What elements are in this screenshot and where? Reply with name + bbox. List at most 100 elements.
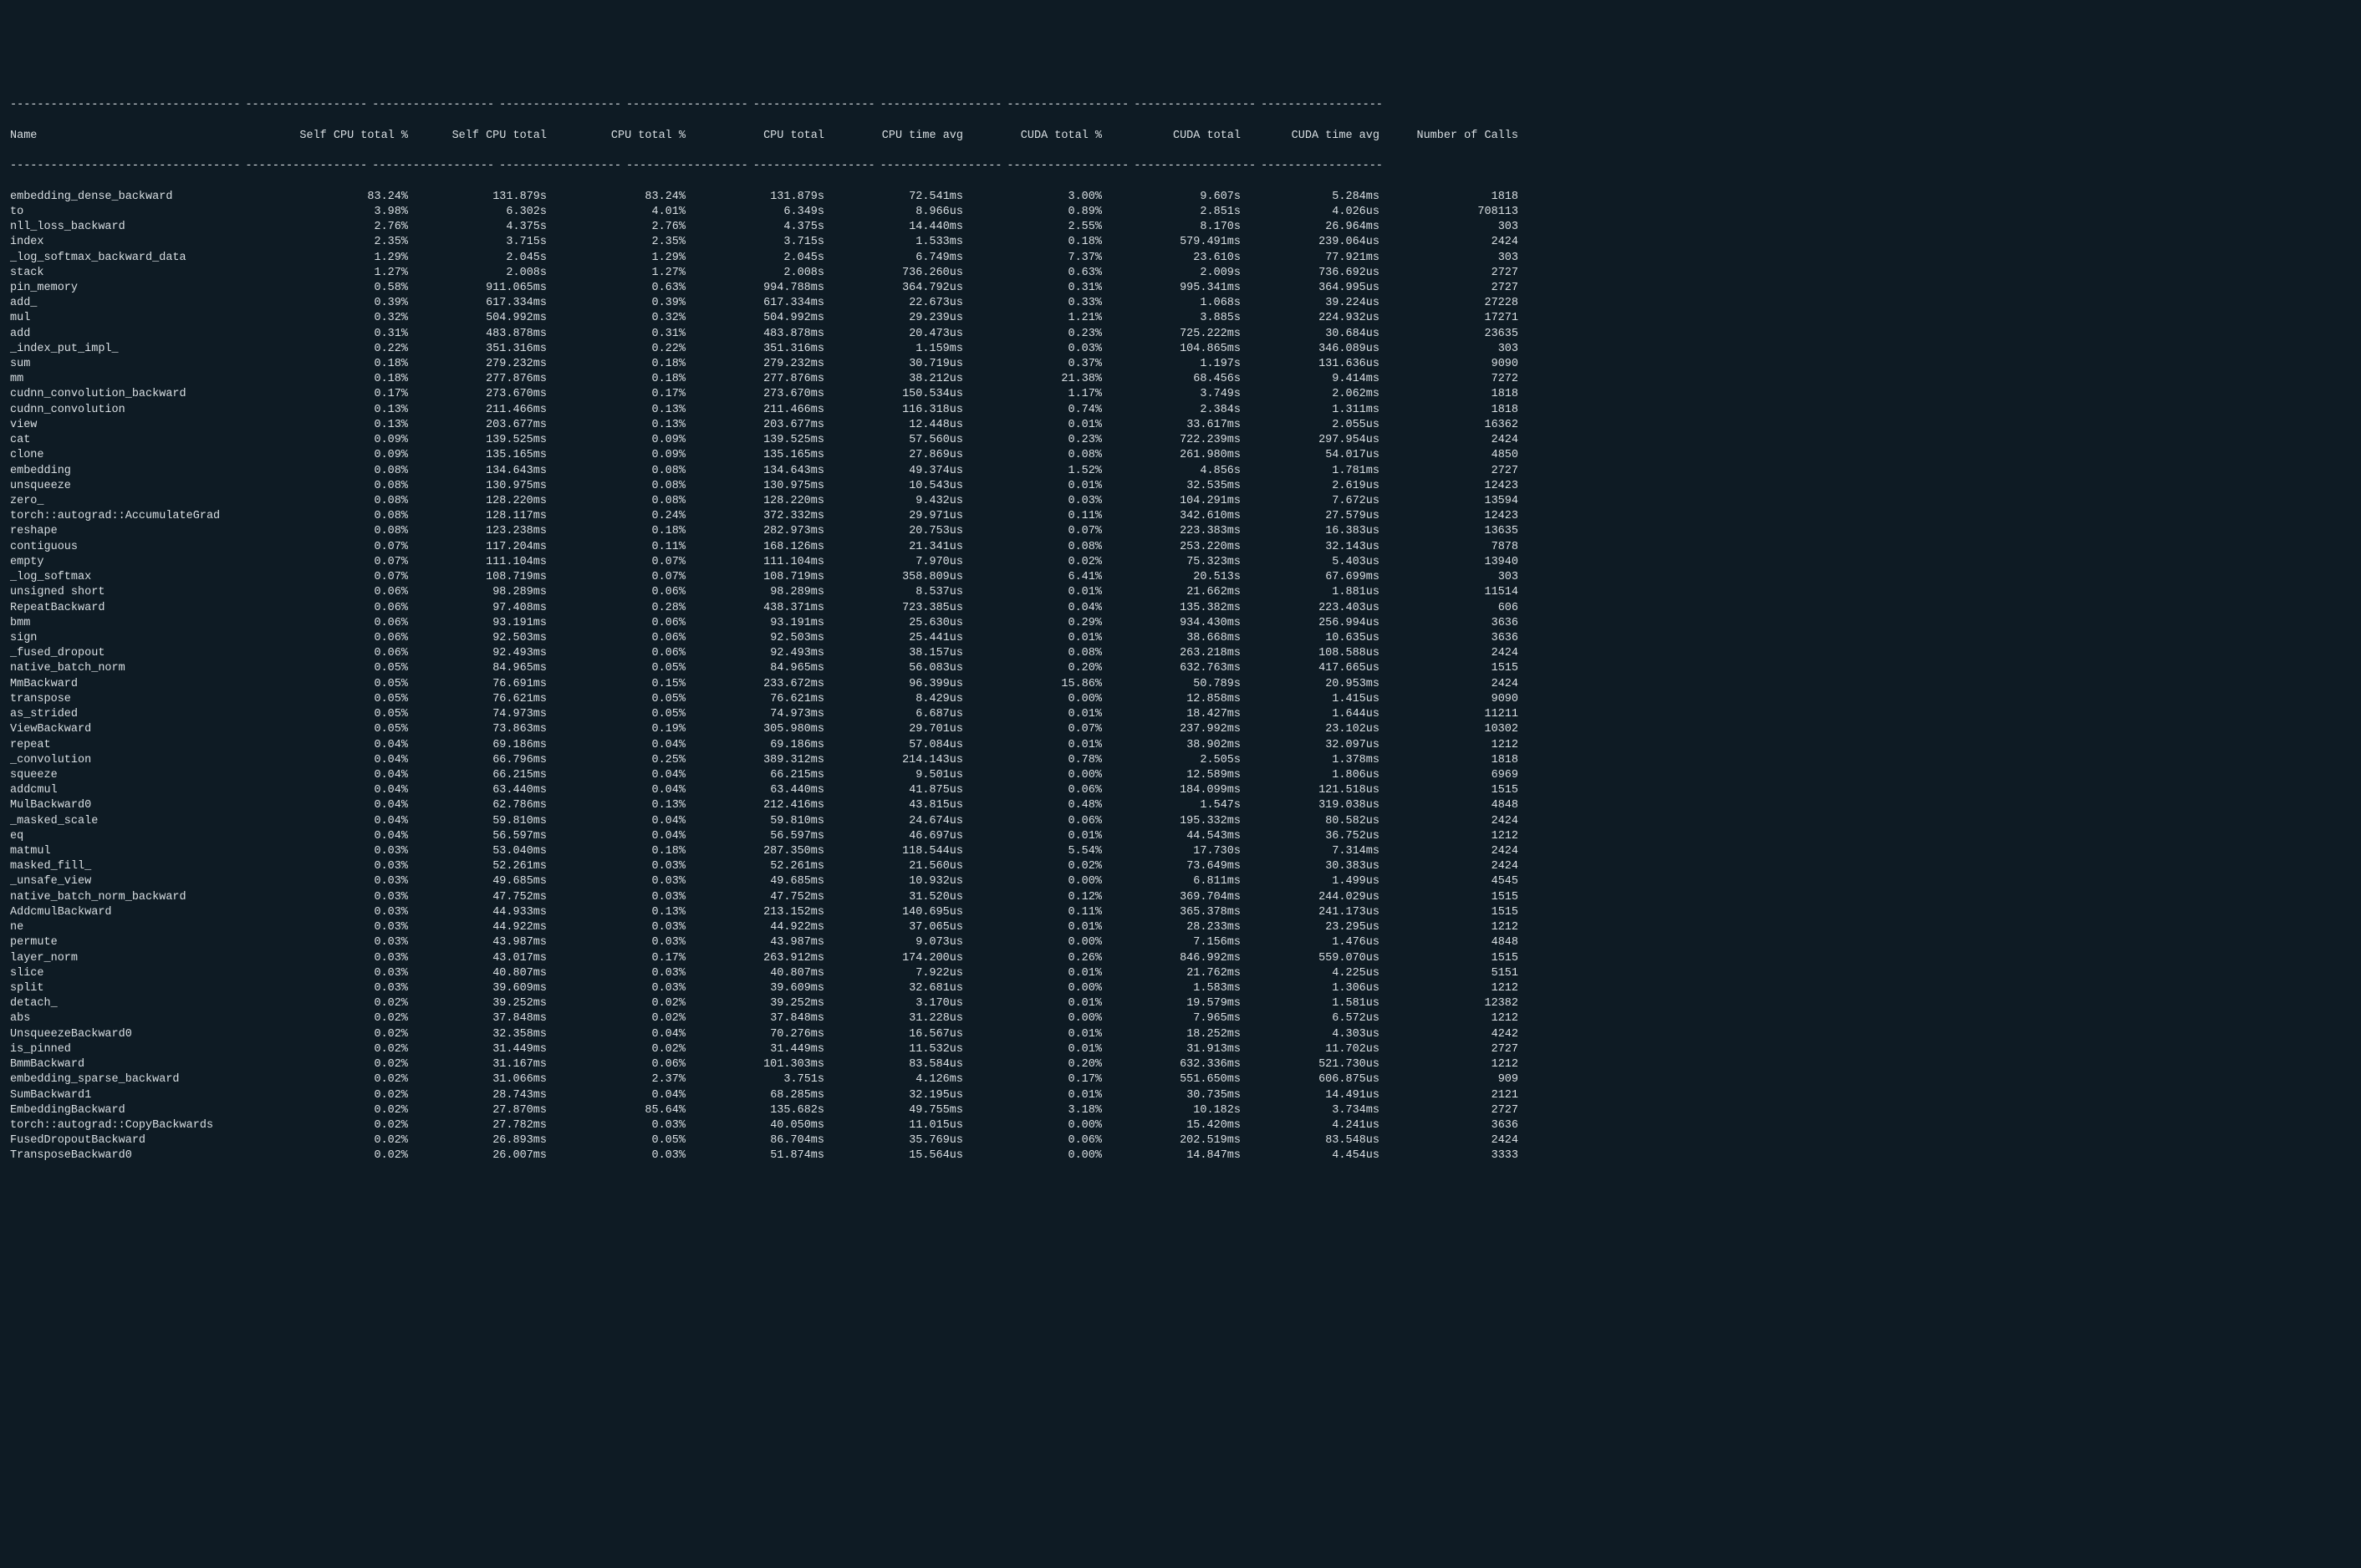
cell-cpu-avg: 1.533ms <box>829 235 968 250</box>
cell-cuda-total: 14.847ms <box>1107 1148 1246 1163</box>
cell-self-cpu: 56.597ms <box>413 829 552 844</box>
cell-cpu-total: 44.922ms <box>691 920 829 935</box>
cell-self-cpu: 92.493ms <box>413 646 552 661</box>
cell-self-cpu-pct: 0.02% <box>274 1027 413 1042</box>
cell-cpu-total: 76.621ms <box>691 692 829 707</box>
cell-cpu-avg: 31.520us <box>829 890 968 905</box>
cell-cpu-total: 70.276ms <box>691 1027 829 1042</box>
cell-cpu-total: 168.126ms <box>691 540 829 555</box>
cell-cuda-avg: 131.636us <box>1246 357 1384 372</box>
table-row: bmm0.06%93.191ms0.06%93.191ms25.630us0.2… <box>10 616 2351 631</box>
cell-cuda-pct: 0.00% <box>968 935 1107 950</box>
cell-name: index <box>10 235 274 250</box>
cell-self-cpu: 31.167ms <box>413 1057 552 1072</box>
cell-cpu-pct: 0.18% <box>552 372 691 387</box>
cell-name: cat <box>10 433 274 448</box>
cell-cpu-pct: 4.01% <box>552 205 691 220</box>
table-row: _unsafe_view0.03%49.685ms0.03%49.685ms10… <box>10 874 2351 889</box>
cell-self-cpu: 43.987ms <box>413 935 552 950</box>
cell-cpu-avg: 46.697us <box>829 829 968 844</box>
cell-cuda-avg: 39.224us <box>1246 296 1384 311</box>
cell-cuda-avg: 241.173us <box>1246 905 1384 920</box>
cell-cuda-pct: 0.08% <box>968 540 1107 555</box>
cell-self-cpu-pct: 0.13% <box>274 418 413 433</box>
cell-calls: 303 <box>1384 342 1523 357</box>
header-calls: Number of Calls <box>1384 129 1523 144</box>
cell-cuda-avg: 30.684us <box>1246 327 1384 342</box>
cell-cuda-pct: 3.18% <box>968 1103 1107 1118</box>
cell-cpu-avg: 4.126ms <box>829 1072 968 1087</box>
cell-cuda-avg: 1.781ms <box>1246 464 1384 479</box>
cell-self-cpu-pct: 0.08% <box>274 494 413 509</box>
cell-cpu-avg: 116.318us <box>829 403 968 418</box>
cell-name: add_ <box>10 296 274 311</box>
cell-cuda-total: 934.430ms <box>1107 616 1246 631</box>
cell-cuda-total: 15.420ms <box>1107 1118 1246 1133</box>
cell-cpu-avg: 25.630us <box>829 616 968 631</box>
cell-cpu-avg: 49.374us <box>829 464 968 479</box>
cell-cuda-total: 18.427ms <box>1107 707 1246 722</box>
cell-cuda-avg: 3.734ms <box>1246 1103 1384 1118</box>
table-row: abs0.02%37.848ms0.02%37.848ms31.228us0.0… <box>10 1011 2351 1026</box>
table-row: clone0.09%135.165ms0.09%135.165ms27.869u… <box>10 448 2351 463</box>
cell-cpu-total: 263.912ms <box>691 951 829 966</box>
cell-cuda-avg: 1.378ms <box>1246 753 1384 768</box>
cell-calls: 12382 <box>1384 996 1523 1011</box>
cell-cuda-avg: 223.403us <box>1246 601 1384 616</box>
cell-cpu-total: 101.303ms <box>691 1057 829 1072</box>
cell-name: contiguous <box>10 540 274 555</box>
cell-cuda-total: 21.762ms <box>1107 966 1246 981</box>
cell-cuda-pct: 7.37% <box>968 251 1107 266</box>
cell-name: zero_ <box>10 494 274 509</box>
cell-cuda-avg: 10.635us <box>1246 631 1384 646</box>
cell-cpu-avg: 7.922us <box>829 966 968 981</box>
cell-self-cpu-pct: 0.03% <box>274 874 413 889</box>
cell-cuda-pct: 0.01% <box>968 1027 1107 1042</box>
cell-cuda-total: 1.583ms <box>1107 981 1246 996</box>
table-row: stack1.27%2.008s1.27%2.008s736.260us0.63… <box>10 266 2351 281</box>
table-row: ViewBackward0.05%73.863ms0.19%305.980ms2… <box>10 722 2351 737</box>
table-row: mul0.32%504.992ms0.32%504.992ms29.239us1… <box>10 311 2351 326</box>
cell-cuda-avg: 224.932us <box>1246 311 1384 326</box>
cell-calls: 303 <box>1384 220 1523 235</box>
cell-self-cpu: 135.165ms <box>413 448 552 463</box>
cell-cuda-avg: 7.672us <box>1246 494 1384 509</box>
cell-cpu-avg: 25.441us <box>829 631 968 646</box>
cell-cpu-total: 43.987ms <box>691 935 829 950</box>
cell-cpu-avg: 29.971us <box>829 509 968 524</box>
cell-cpu-avg: 736.260us <box>829 266 968 281</box>
cell-calls: 10302 <box>1384 722 1523 737</box>
cell-self-cpu: 211.466ms <box>413 403 552 418</box>
cell-self-cpu: 31.066ms <box>413 1072 552 1087</box>
cell-name: stack <box>10 266 274 281</box>
cell-self-cpu-pct: 0.03% <box>274 890 413 905</box>
cell-cpu-avg: 214.143us <box>829 753 968 768</box>
cell-self-cpu-pct: 0.04% <box>274 814 413 829</box>
cell-self-cpu-pct: 2.35% <box>274 235 413 250</box>
cell-self-cpu: 504.992ms <box>413 311 552 326</box>
cell-self-cpu: 37.848ms <box>413 1011 552 1026</box>
cell-cuda-pct: 1.17% <box>968 387 1107 402</box>
cell-cpu-pct: 0.04% <box>552 783 691 798</box>
cell-cuda-avg: 67.699ms <box>1246 570 1384 585</box>
cell-cpu-total: 68.285ms <box>691 1088 829 1103</box>
cell-cuda-pct: 0.04% <box>968 601 1107 616</box>
cell-self-cpu: 62.786ms <box>413 798 552 813</box>
cell-cpu-pct: 0.03% <box>552 920 691 935</box>
cell-cpu-total: 130.975ms <box>691 479 829 494</box>
cell-cuda-total: 68.456s <box>1107 372 1246 387</box>
cell-cuda-total: 44.543ms <box>1107 829 1246 844</box>
cell-cpu-avg: 16.567us <box>829 1027 968 1042</box>
cell-cpu-pct: 0.24% <box>552 509 691 524</box>
cell-self-cpu: 44.922ms <box>413 920 552 935</box>
cell-self-cpu-pct: 0.04% <box>274 829 413 844</box>
cell-cuda-total: 10.182s <box>1107 1103 1246 1118</box>
cell-cpu-total: 2.008s <box>691 266 829 281</box>
cell-cuda-avg: 2.619us <box>1246 479 1384 494</box>
table-row: is_pinned0.02%31.449ms0.02%31.449ms11.53… <box>10 1042 2351 1057</box>
cell-calls: 4242 <box>1384 1027 1523 1042</box>
table-row: index2.35%3.715s2.35%3.715s1.533ms0.18%5… <box>10 235 2351 250</box>
cell-self-cpu-pct: 0.05% <box>274 707 413 722</box>
cell-calls: 3636 <box>1384 616 1523 631</box>
table-row: unsigned short0.06%98.289ms0.06%98.289ms… <box>10 585 2351 600</box>
